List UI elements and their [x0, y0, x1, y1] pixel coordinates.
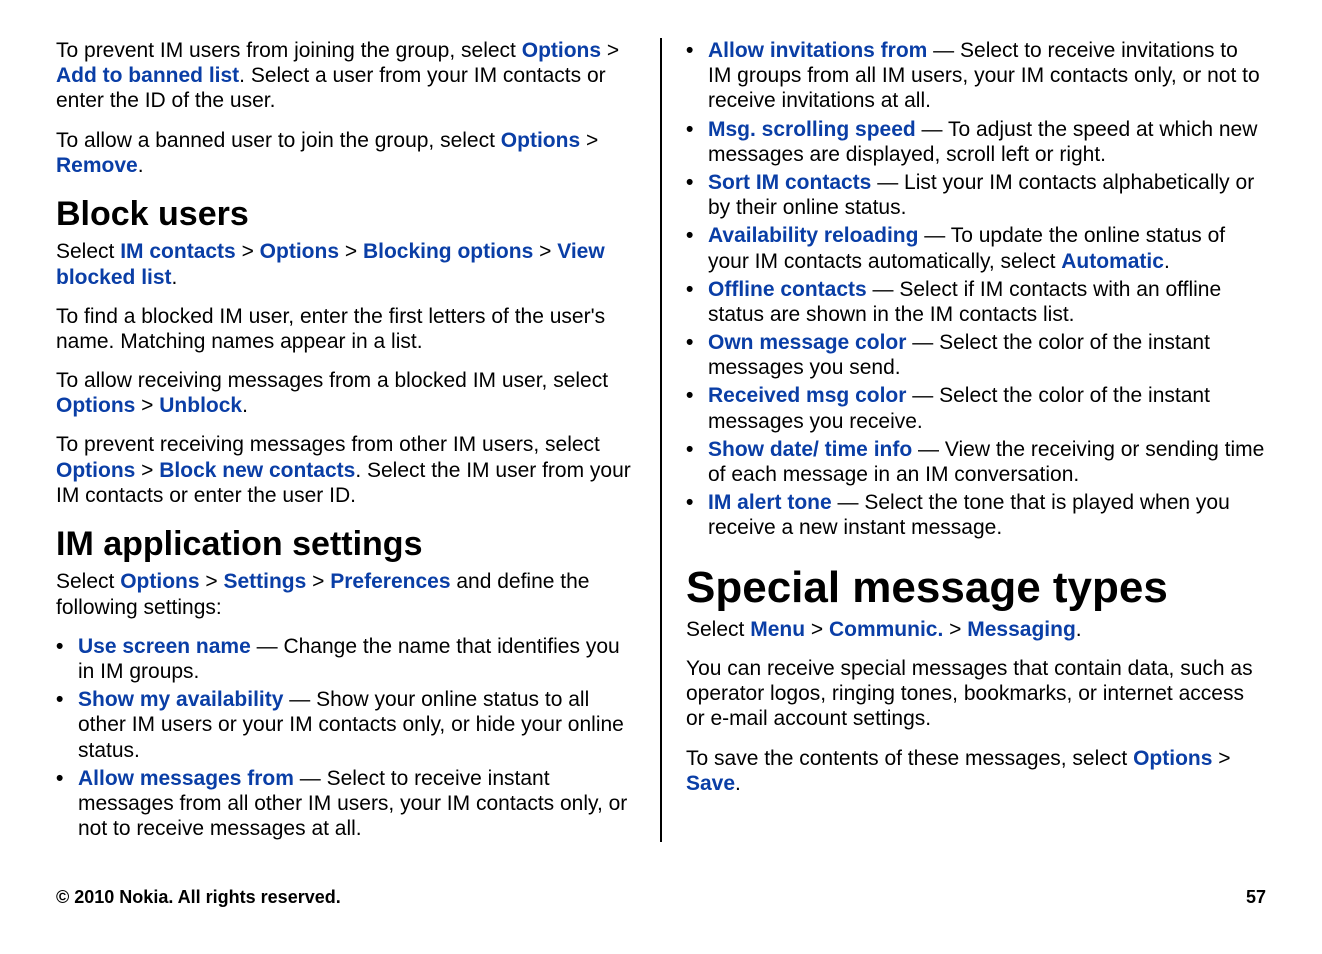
text: >	[339, 240, 363, 263]
page-number: 57	[1246, 887, 1266, 908]
setting-term: Received msg color	[708, 384, 906, 407]
text: >	[601, 39, 619, 62]
text: .	[172, 266, 178, 289]
text: To prevent IM users from joining the gro…	[56, 39, 522, 62]
menu-path-item: Save	[686, 772, 735, 795]
setting-term: Allow invitations from	[708, 39, 927, 62]
paragraph: To prevent receiving messages from other…	[56, 432, 636, 508]
list-item: Use screen name — Change the name that i…	[56, 634, 636, 684]
setting-extra-term: Automatic	[1061, 250, 1164, 273]
list-item: Show date/ time info — View the receivin…	[686, 437, 1266, 487]
setting-term: Show my availability	[78, 688, 283, 711]
menu-path-item: Options	[120, 570, 199, 593]
menu-path-item: Options	[56, 394, 135, 417]
list-item: IM alert tone — Select the tone that is …	[686, 490, 1266, 540]
menu-path-item: Options	[56, 459, 135, 482]
list-item: Offline contacts — Select if IM contacts…	[686, 277, 1266, 327]
left-column: To prevent IM users from joining the gro…	[56, 38, 636, 842]
list-item: Availability reloading — To update the o…	[686, 223, 1266, 273]
menu-path-item: Menu	[750, 618, 805, 641]
paragraph: Select Options > Settings > Preferences …	[56, 569, 636, 619]
text: >	[306, 570, 330, 593]
paragraph: To allow receiving messages from a block…	[56, 368, 636, 418]
list-item: Own message color — Select the color of …	[686, 330, 1266, 380]
paragraph: To save the contents of these messages, …	[686, 746, 1266, 796]
text: >	[135, 459, 159, 482]
menu-path-item: IM contacts	[120, 240, 236, 263]
menu-path-item: Options	[501, 129, 580, 152]
paragraph: Select Menu > Communic. > Messaging.	[686, 617, 1266, 642]
setting-term: Availability reloading	[708, 224, 918, 247]
setting-term: IM alert tone	[708, 491, 832, 514]
text: >	[236, 240, 260, 263]
setting-term: Sort IM contacts	[708, 171, 871, 194]
text: >	[200, 570, 224, 593]
text: To allow a banned user to join the group…	[56, 129, 501, 152]
text: Select	[56, 240, 120, 263]
menu-path-item: Messaging	[967, 618, 1076, 641]
settings-list-right: Allow invitations from — Select to recei…	[686, 38, 1266, 541]
text: >	[805, 618, 829, 641]
copyright-text: © 2010 Nokia. All rights reserved.	[56, 887, 341, 908]
text: >	[1212, 747, 1230, 770]
list-item: Msg. scrolling speed — To adjust the spe…	[686, 117, 1266, 167]
text: .	[242, 394, 248, 417]
menu-path-item: Blocking options	[363, 240, 533, 263]
menu-path-item: Unblock	[159, 394, 242, 417]
setting-term: Allow messages from	[78, 767, 294, 790]
paragraph: To find a blocked IM user, enter the fir…	[56, 304, 636, 354]
setting-term: Show date/ time info	[708, 438, 912, 461]
list-item: Sort IM contacts — List your IM contacts…	[686, 170, 1266, 220]
menu-path-item: Settings	[223, 570, 306, 593]
right-column: Allow invitations from — Select to recei…	[686, 38, 1266, 842]
text: >	[135, 394, 159, 417]
text: To prevent receiving messages from other…	[56, 433, 600, 456]
list-item: Show my availability — Show your online …	[56, 687, 636, 763]
text: .	[735, 772, 741, 795]
setting-term: Msg. scrolling speed	[708, 118, 916, 141]
page-container: To prevent IM users from joining the gro…	[0, 0, 1322, 954]
paragraph: You can receive special messages that co…	[686, 656, 1266, 732]
section-heading-im-app-settings: IM application settings	[56, 526, 636, 563]
page-footer: © 2010 Nokia. All rights reserved. 57	[56, 887, 1266, 908]
text: >	[943, 618, 967, 641]
text: .	[1076, 618, 1082, 641]
menu-path-item: Remove	[56, 154, 138, 177]
text: .	[138, 154, 144, 177]
two-column-layout: To prevent IM users from joining the gro…	[56, 38, 1266, 842]
list-item: Allow messages from — Select to receive …	[56, 766, 636, 842]
text: Select	[686, 618, 750, 641]
settings-list-left: Use screen name — Change the name that i…	[56, 634, 636, 842]
setting-term: Use screen name	[78, 635, 251, 658]
paragraph: To allow a banned user to join the group…	[56, 128, 636, 178]
menu-path-item: Communic.	[829, 618, 943, 641]
text: To allow receiving messages from a block…	[56, 369, 608, 392]
list-item: Allow invitations from — Select to recei…	[686, 38, 1266, 114]
section-heading-special-message-types: Special message types	[686, 565, 1266, 611]
menu-path-item: Preferences	[330, 570, 450, 593]
text: >	[580, 129, 598, 152]
section-heading-block-users: Block users	[56, 196, 636, 233]
text: >	[533, 240, 557, 263]
menu-path-item: Block new contacts	[159, 459, 355, 482]
menu-path-item: Options	[260, 240, 339, 263]
text: To save the contents of these messages, …	[686, 747, 1133, 770]
paragraph: Select IM contacts > Options > Blocking …	[56, 239, 636, 289]
menu-path-item: Add to banned list	[56, 64, 239, 87]
menu-path-item: Options	[522, 39, 601, 62]
list-item: Received msg color — Select the color of…	[686, 383, 1266, 433]
setting-term: Own message color	[708, 331, 906, 354]
text: .	[1164, 250, 1170, 273]
setting-term: Offline contacts	[708, 278, 867, 301]
paragraph: To prevent IM users from joining the gro…	[56, 38, 636, 114]
column-divider	[660, 38, 662, 842]
text: Select	[56, 570, 120, 593]
menu-path-item: Options	[1133, 747, 1212, 770]
